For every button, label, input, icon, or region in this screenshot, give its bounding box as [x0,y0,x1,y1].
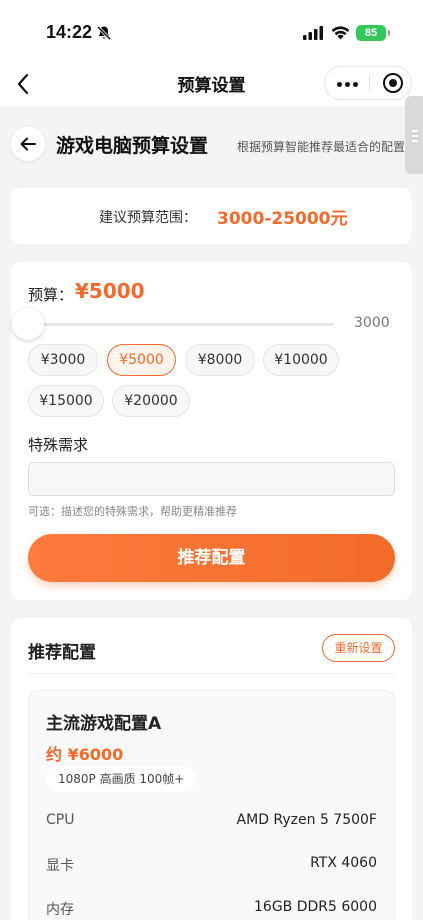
spec-value: AMD Ryzen 5 7500F [236,812,377,828]
arrow-left-icon [20,137,36,151]
preset-5000-button[interactable]: ¥5000 [107,344,176,376]
special-requirements-hint: 可选：描述您的特殊需求，帮助更精准推荐 [28,505,237,518]
config-price: 约 ¥6000 [46,745,124,764]
more-icon[interactable] [325,67,369,99]
capsule-divider [369,75,370,91]
battery-level: 85 [364,27,378,39]
recommendation-card: 推荐配置 重新设置 主流游戏配置A 约 ¥6000 1080P 高画质 100帧… [11,618,412,920]
preset-3000-button[interactable]: ¥3000 [28,344,98,376]
budget-amount: ¥5000 [75,279,145,303]
spec-key: CPU [46,812,75,828]
spec-value: 16GB DDR5 6000 [254,899,377,915]
config-tag: 1080P 高画质 100帧+ [46,766,197,792]
battery-icon: 85 [356,25,390,41]
slider-value: 3000 [354,315,390,331]
preset-10000-button[interactable]: ¥10000 [263,344,339,376]
budget-settings-card: 预算： ¥5000 3000 ¥3000 ¥5000 ¥8000 ¥10000 … [11,262,412,600]
spec-value: RTX 4060 [310,855,377,871]
close-circle-icon[interactable] [383,73,403,93]
budget-slider-thumb[interactable] [12,308,44,340]
reset-button[interactable]: 重新设置 [322,634,395,662]
divider [28,673,395,674]
budget-slider-track[interactable] [28,323,334,326]
wifi-icon [331,26,350,40]
preset-15000-button[interactable]: ¥15000 [28,385,104,417]
status-bar: 14:22 85 [0,0,423,62]
page-subtitle: 根据预算智能推荐最适合的配置 [237,140,406,154]
signal-icon [303,26,323,40]
budget-label: 预算： [28,286,74,304]
bell-off-icon [96,25,112,41]
recommend-button[interactable]: 推荐配置 [28,534,395,582]
range-label: 建议预算范围： [99,210,197,226]
config-name: 主流游戏配置A [46,714,162,734]
status-time: 14:22 [46,22,93,42]
range-value: 3000-25000元 [217,209,348,229]
preset-8000-button[interactable]: ¥8000 [185,344,255,376]
spec-key: 显卡 [46,858,74,874]
preset-20000-button[interactable]: ¥20000 [112,385,190,417]
page-header: 游戏电脑预算设置 根据预算智能推荐最适合的配置 [0,124,423,168]
special-requirements-input[interactable] [28,462,395,496]
back-button[interactable] [11,127,45,161]
config-item[interactable]: 主流游戏配置A 约 ¥6000 1080P 高画质 100帧+ CPU AMD … [28,690,395,920]
page-title: 游戏电脑预算设置 [56,135,209,157]
mini-program-capsule [324,66,412,100]
navigation-bar: 预算设置 [0,62,423,106]
recommendation-title: 推荐配置 [28,643,96,663]
budget-range-card: 建议预算范围： 3000-25000元 [11,188,412,244]
special-requirements-label: 特殊需求 [28,436,89,454]
spec-key: 内存 [46,902,74,918]
